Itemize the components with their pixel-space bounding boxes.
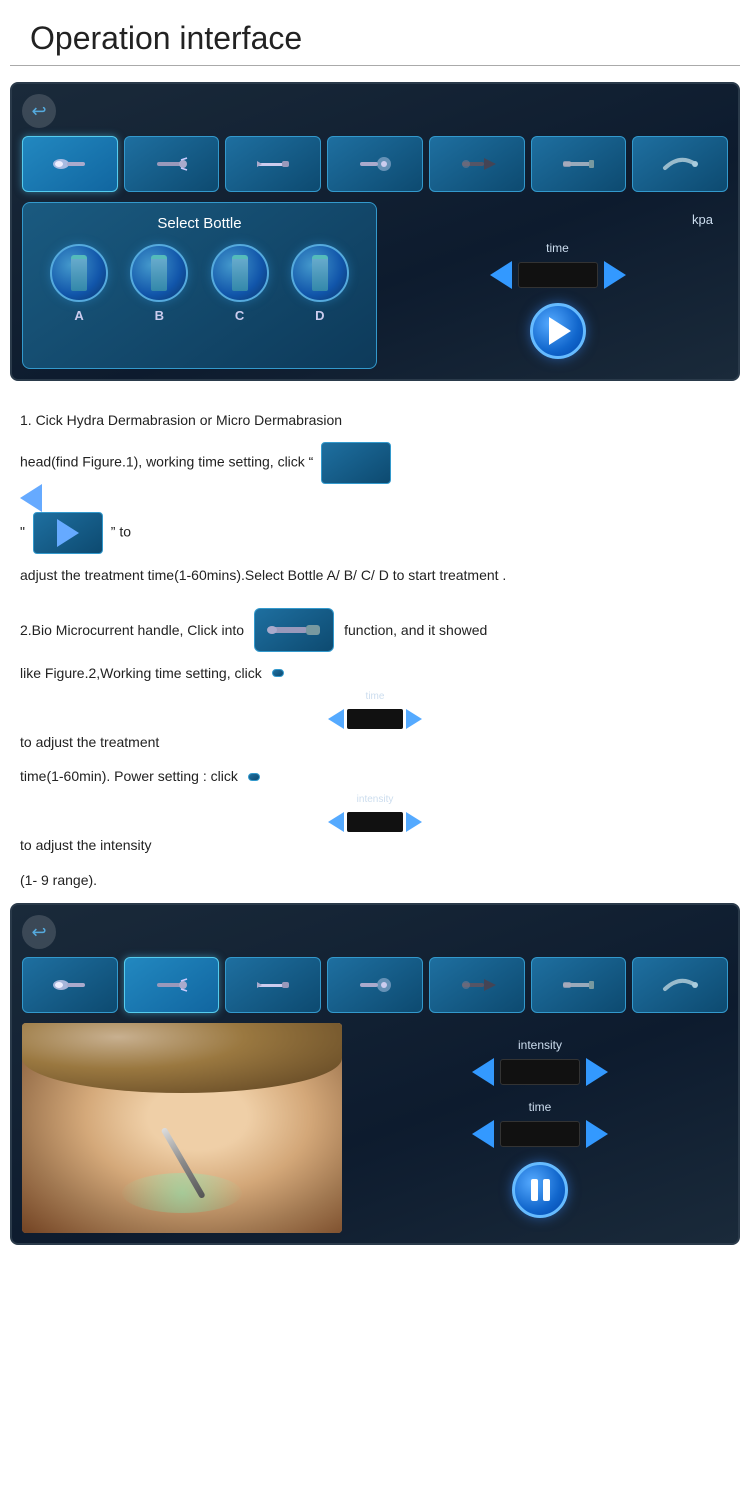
device-screen-2: intensity time (10, 903, 740, 1245)
back-button-2[interactable] (22, 915, 56, 949)
intensity-value-box (500, 1059, 580, 1085)
tool-btn-5[interactable] (429, 136, 525, 192)
bottle-c-inner (232, 255, 248, 291)
time-label-2: time (529, 1100, 552, 1114)
tool-btn-s2-4[interactable] (327, 957, 423, 1013)
tool-btn-3[interactable] (225, 136, 321, 192)
inline-right-arrow-icon (57, 519, 79, 547)
play-button[interactable] (530, 303, 586, 359)
inline-intensity-val (347, 812, 403, 832)
bottle-c-label: C (235, 308, 244, 323)
quote-between: " (20, 523, 25, 539)
tool-btn-s2-1[interactable] (22, 957, 118, 1013)
bottle-a[interactable]: A (50, 244, 108, 323)
inline-time-dec (328, 709, 344, 729)
bottle-a-inner (71, 255, 87, 291)
bottle-a-circle (50, 244, 108, 302)
tool-btn-4[interactable] (327, 136, 423, 192)
pause-bar-1 (531, 1179, 538, 1201)
kpa-label: kpa (692, 212, 723, 227)
desc1-para3: adjust the treatment time(1-60mins).Sele… (20, 562, 730, 589)
inline-intensity-inc (406, 812, 422, 832)
bottle-d-label: D (315, 308, 324, 323)
time-arrow-row (490, 261, 626, 289)
inline-intensity-control (248, 773, 260, 781)
select-bottle-panel: Select Bottle A B (22, 202, 377, 369)
description-section-1: 1. Cick Hydra Dermabrasion or Micro Derm… (0, 397, 750, 598)
tool-btn-6[interactable] (531, 136, 627, 192)
time-increase-btn-2[interactable] (586, 1120, 608, 1148)
tool-btn-s2-3[interactable] (225, 957, 321, 1013)
inline-time-inc (406, 709, 422, 729)
bottle-b-label: B (155, 308, 164, 323)
inline-right-arrow (33, 512, 103, 554)
desc2-para4: (1- 9 range). (20, 867, 730, 894)
bottle-a-label: A (74, 308, 83, 323)
pause-icon (531, 1179, 550, 1201)
pause-bar-2 (543, 1179, 550, 1201)
time-increase-btn[interactable] (604, 261, 626, 289)
intensity-arrow-row (472, 1058, 608, 1086)
time-decrease-btn-2[interactable] (472, 1120, 494, 1148)
desc1-para1: 1. Cick Hydra Dermabrasion or Micro Derm… (20, 407, 730, 434)
face-treatment-image (22, 1023, 342, 1233)
bottle-b-inner (151, 255, 167, 291)
intensity-label: intensity (518, 1038, 562, 1052)
bottle-d-inner (312, 255, 328, 291)
time-label: time (546, 241, 569, 255)
inline-intensity-dec (328, 812, 344, 832)
face-hair (22, 1023, 342, 1093)
desc2-para3: time(1-60min). Power setting : click (20, 763, 730, 790)
tool-btn-s2-7[interactable] (632, 957, 728, 1013)
intensity-decrease-btn[interactable] (472, 1058, 494, 1086)
desc2-para2: like Figure.2,Working time setting, clic… (20, 660, 730, 687)
inline-tool-bio (254, 608, 334, 652)
bottle-c-circle (211, 244, 269, 302)
tool-btn-s2-2[interactable] (124, 957, 220, 1013)
intensity-control: intensity (472, 1038, 608, 1086)
tool-btn-s2-5[interactable] (429, 957, 525, 1013)
bottle-d-circle (291, 244, 349, 302)
select-bottle-title: Select Bottle (39, 215, 360, 232)
inline-intensity-label: intensity (357, 790, 394, 809)
device-screen-1: Select Bottle A B (10, 82, 740, 381)
bottle-c[interactable]: C (211, 244, 269, 323)
time-value-box-2 (500, 1121, 580, 1147)
desc1-para2: head(find Figure.1), working time settin… (20, 442, 730, 484)
bottle-d[interactable]: D (291, 244, 349, 323)
inline-time-val (347, 709, 403, 729)
back-button-1[interactable] (22, 94, 56, 128)
time-value-box (518, 262, 598, 288)
screen1-main-content: Select Bottle A B (22, 202, 728, 369)
time-decrease-btn[interactable] (490, 261, 512, 289)
intensity-increase-btn[interactable] (586, 1058, 608, 1086)
desc2-para1: 2.Bio Microcurrent handle, Click into fu… (20, 608, 730, 652)
description-section-2: 2.Bio Microcurrent handle, Click into fu… (0, 598, 750, 903)
bottle-b-circle (130, 244, 188, 302)
page-title: Operation interface (10, 0, 740, 66)
screen2-right-panel: intensity time (352, 1023, 728, 1233)
tool-btn-s2-6[interactable] (531, 957, 627, 1013)
time-arrow-row-2 (472, 1120, 608, 1148)
tool-btn-2[interactable] (124, 136, 220, 192)
screen1-right-panel: kpa time (387, 202, 728, 369)
time-control: time (490, 241, 626, 289)
treatment-glow (122, 1173, 242, 1213)
play-icon (549, 317, 571, 345)
inline-time-control (272, 669, 284, 677)
inline-left-arrow (321, 442, 391, 484)
tool-buttons-row-1 (22, 136, 728, 192)
screen2-main-content: intensity time (22, 1023, 728, 1233)
tool-btn-1[interactable] (22, 136, 118, 192)
tool-buttons-row-2 (22, 957, 728, 1013)
bottle-b[interactable]: B (130, 244, 188, 323)
inline-left-arrow-icon (20, 484, 42, 512)
pause-button[interactable] (512, 1162, 568, 1218)
inline-time-label: time (366, 687, 385, 706)
tool-btn-7[interactable] (632, 136, 728, 192)
bottle-row: A B C D (39, 244, 360, 323)
time-control-2: time (472, 1100, 608, 1148)
